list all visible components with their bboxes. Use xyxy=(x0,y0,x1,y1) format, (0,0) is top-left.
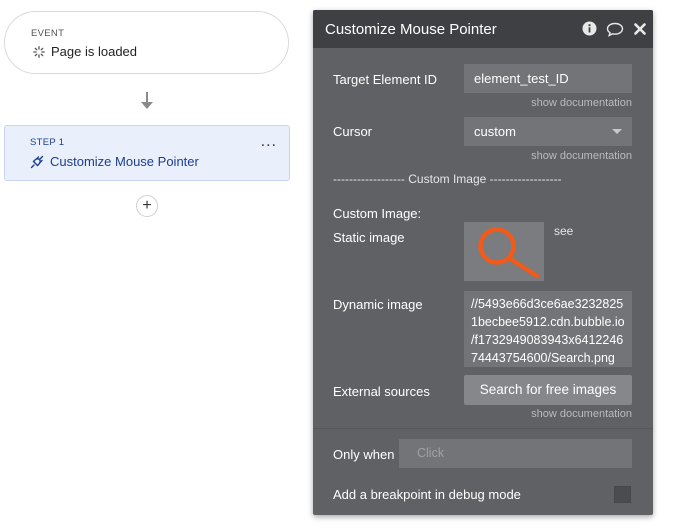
action-properties-panel: Customize Mouse Pointer Target Element I… xyxy=(313,10,653,515)
arrow-down-icon xyxy=(141,102,153,109)
section-divider xyxy=(313,428,653,429)
chevron-down-icon xyxy=(612,129,622,134)
breakpoint-checkbox[interactable] xyxy=(614,486,631,503)
event-title: Page is loaded xyxy=(51,44,138,59)
dynamic-image-label: Dynamic image xyxy=(333,297,423,312)
custom-image-divider: ------------------ Custom Image --------… xyxy=(333,172,562,186)
add-step-button[interactable]: + xyxy=(136,195,158,217)
more-options-icon[interactable]: ... xyxy=(261,134,277,150)
external-sources-label: External sources xyxy=(333,384,430,399)
comment-icon[interactable] xyxy=(606,22,624,37)
target-doc-link[interactable]: show documentation xyxy=(531,97,632,109)
target-element-input[interactable]: element_test_ID xyxy=(464,64,632,93)
only-when-label: Only when xyxy=(333,447,395,462)
static-image-uploader[interactable] xyxy=(464,222,544,281)
cursor-label: Cursor xyxy=(333,124,373,139)
breakpoint-label: Add a breakpoint in debug mode xyxy=(333,487,521,502)
step-title: Customize Mouse Pointer xyxy=(50,154,199,169)
spinner-icon xyxy=(33,45,45,58)
close-icon[interactable] xyxy=(634,23,646,35)
see-link[interactable]: see xyxy=(554,224,573,238)
cursor-select-value: custom xyxy=(474,124,516,139)
dynamic-image-line: 74443754600/Search.png xyxy=(471,351,615,365)
event-kicker: EVENT xyxy=(31,28,65,39)
only-when-input[interactable]: Click xyxy=(399,439,632,468)
dynamic-image-input[interactable]: //5493e66d3ce6ae3232825 1becbee5912.cdn.… xyxy=(464,291,632,367)
dynamic-image-line: /f1732949083943x6412246 xyxy=(471,333,624,347)
event-title-row: Page is loaded xyxy=(33,44,137,59)
plug-icon xyxy=(30,155,44,168)
step-card[interactable]: STEP 1 Customize Mouse Pointer ... xyxy=(4,125,290,181)
dynamic-image-line: 1becbee5912.cdn.bubble.io xyxy=(471,315,625,329)
step-kicker: STEP 1 xyxy=(30,137,65,148)
panel-title: Customize Mouse Pointer xyxy=(325,21,497,38)
external-doc-link[interactable]: show documentation xyxy=(531,408,632,420)
static-image-label: Static image xyxy=(333,230,405,245)
cursor-doc-link[interactable]: show documentation xyxy=(531,150,632,162)
search-free-images-button[interactable]: Search for free images xyxy=(464,375,632,405)
cursor-select[interactable]: custom xyxy=(464,117,632,146)
step-title-row: Customize Mouse Pointer xyxy=(30,154,199,169)
magnifier-image xyxy=(478,227,540,279)
panel-header: Customize Mouse Pointer xyxy=(313,10,653,48)
dynamic-image-line: //5493e66d3ce6ae3232825 xyxy=(471,297,624,311)
target-element-label: Target Element ID xyxy=(333,72,438,87)
info-icon[interactable] xyxy=(582,21,597,36)
custom-image-label: Custom Image: xyxy=(333,206,422,221)
event-card[interactable]: EVENT Page is loaded xyxy=(4,11,289,74)
